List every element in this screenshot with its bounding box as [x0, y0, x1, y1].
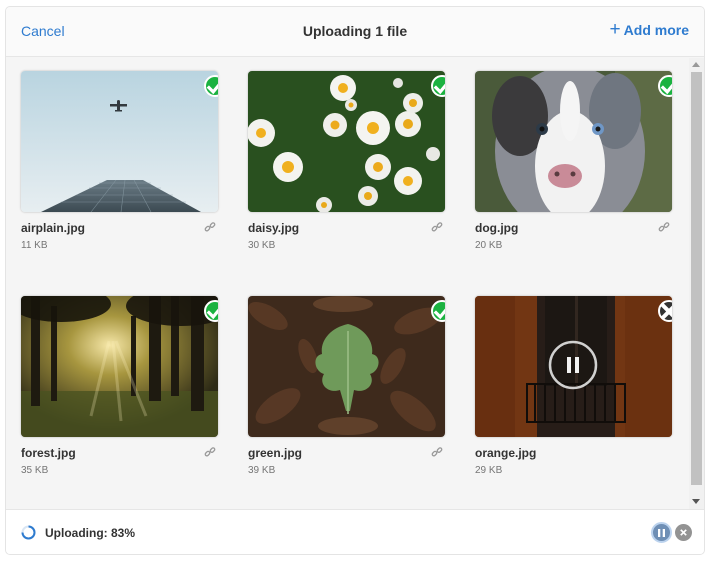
- check-circle-icon: [204, 300, 218, 322]
- file-item: green.jpg 39 KB: [248, 283, 445, 476]
- upload-title: Uploading 1 file: [302, 23, 408, 39]
- close-icon: [680, 529, 687, 536]
- file-size: 35 KB: [21, 465, 49, 476]
- leaf-photo: [248, 296, 445, 437]
- add-more-button[interactable]: + Add more: [609, 19, 689, 40]
- forest-photo: [21, 296, 218, 437]
- file-name: dog.jpg: [475, 221, 519, 235]
- check-circle-icon: [658, 75, 672, 97]
- file-item-uploading: orange.jpg 29 KB: [475, 283, 672, 476]
- link-icon[interactable]: [204, 221, 216, 233]
- loading-spinner-icon: [21, 525, 36, 540]
- file-size: 20 KB: [475, 240, 503, 251]
- file-name: airplain.jpg: [21, 221, 86, 235]
- file-item: dog.jpg 20 KB: [475, 58, 672, 251]
- file-thumbnail[interactable]: [475, 296, 672, 437]
- file-name: daisy.jpg: [248, 221, 300, 235]
- scroll-down-arrow-icon[interactable]: [692, 499, 700, 504]
- file-name: green.jpg: [248, 446, 303, 460]
- vertical-scrollbar[interactable]: [689, 58, 704, 509]
- link-icon[interactable]: [658, 221, 670, 233]
- file-name: forest.jpg: [21, 446, 76, 460]
- file-thumbnail[interactable]: [21, 296, 218, 437]
- cancel-all-button[interactable]: [675, 524, 692, 541]
- upload-status-text: Uploading: 83%: [45, 526, 136, 540]
- close-circle-icon[interactable]: [658, 300, 672, 322]
- file-item: airplain.jpg 11 KB: [21, 58, 218, 251]
- pause-icon: [658, 528, 665, 537]
- link-icon[interactable]: [431, 446, 443, 458]
- upload-dashboard: Cancel Uploading 1 file + Add more airpl…: [5, 6, 705, 555]
- link-icon[interactable]: [204, 446, 216, 458]
- daisy-photo: [248, 71, 445, 212]
- check-circle-icon: [204, 75, 218, 97]
- check-circle-icon: [431, 75, 445, 97]
- file-list: airplain.jpg 11 KB daisy.jpg 30 KB dog.j…: [6, 58, 690, 509]
- orange-wall-photo: [475, 296, 672, 437]
- file-thumbnail[interactable]: [248, 296, 445, 437]
- file-size: 39 KB: [248, 465, 276, 476]
- file-item: forest.jpg 35 KB: [21, 283, 218, 476]
- link-icon[interactable]: [431, 221, 443, 233]
- dashboard-header: Cancel Uploading 1 file + Add more: [6, 7, 704, 57]
- scroll-up-arrow-icon[interactable]: [692, 62, 700, 67]
- file-size: 30 KB: [248, 240, 276, 251]
- file-size: 11 KB: [21, 240, 48, 251]
- scrollbar-thumb[interactable]: [691, 72, 702, 485]
- dog-photo: [475, 71, 672, 212]
- file-size: 29 KB: [475, 465, 503, 476]
- file-thumbnail[interactable]: [475, 71, 672, 212]
- airplane-photo: [21, 71, 218, 212]
- file-thumbnail[interactable]: [21, 71, 218, 212]
- pause-all-button[interactable]: [651, 522, 672, 543]
- file-name: orange.jpg: [475, 446, 537, 460]
- plus-icon: +: [609, 19, 621, 40]
- check-circle-icon: [431, 300, 445, 322]
- file-thumbnail[interactable]: [248, 71, 445, 212]
- add-more-label: Add more: [623, 22, 689, 38]
- status-bar: Uploading: 83%: [6, 509, 704, 554]
- file-item: daisy.jpg 30 KB: [248, 58, 445, 251]
